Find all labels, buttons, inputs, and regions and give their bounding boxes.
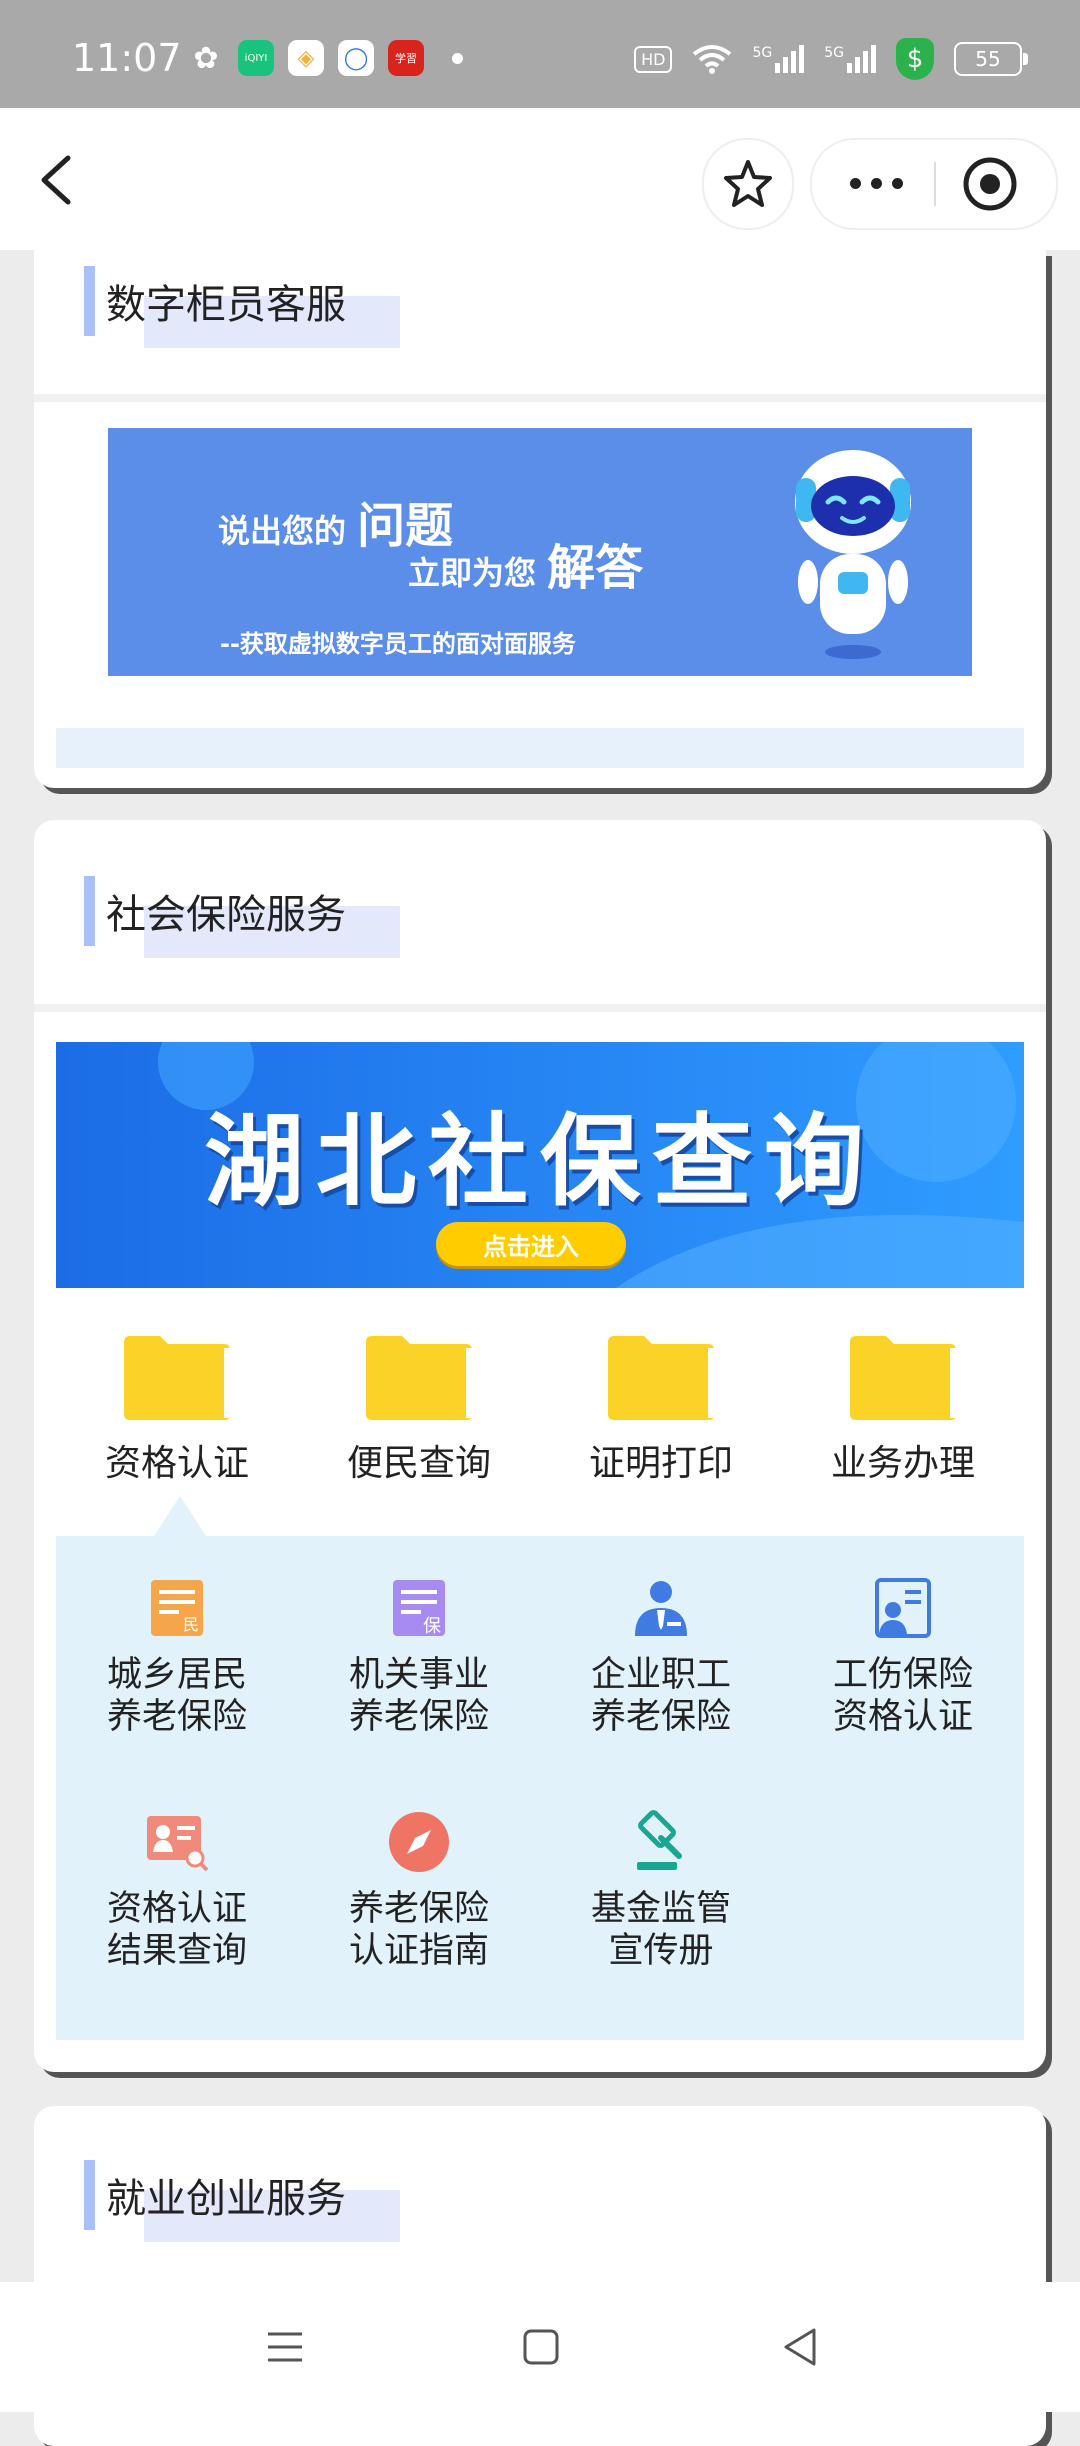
document-min-icon: 民 <box>151 1580 203 1636</box>
divider <box>34 394 1046 402</box>
section-title: 就业创业服务 <box>106 2176 346 2222</box>
sub-item-label: 工伤保险 资格认证 <box>832 1655 973 1737</box>
sub-item-label: 养老保险 认证指南 <box>348 1889 489 1971</box>
sub-item-fund-supervision[interactable]: 基金监管 宣传册 <box>540 1770 782 1971</box>
sub-menu-panel: 民 城乡居民 养老保险 保 机关事业 养老保险 企业职工 养老保险 工伤保险 资… <box>56 1536 1024 2040</box>
search-card-icon <box>147 1816 209 1872</box>
id-card-icon <box>875 1578 931 1638</box>
social-insurance-card: 社会保险服务 湖北社保查询 点击进入 资格认证 便民查询 证明打印 业务办理 民… <box>34 820 1046 2072</box>
card-header: 社会保险服务 <box>34 820 1046 958</box>
compass-icon <box>389 1812 449 1872</box>
section-title: 数字柜员客服 <box>106 282 346 328</box>
category-label: 证明打印 <box>588 1443 733 1484</box>
capsule-divider <box>934 162 936 206</box>
mini-program-capsule <box>810 138 1058 230</box>
security-shield-icon: $ <box>896 38 934 80</box>
category-certificate-print[interactable]: 证明打印 <box>540 1334 782 1484</box>
battery-level: 55 <box>975 47 1001 71</box>
category-business[interactable]: 业务办理 <box>782 1334 1024 1484</box>
category-label: 资格认证 <box>104 1443 249 1484</box>
signal-1-icon: 5G <box>752 45 805 73</box>
robot-mascot-icon <box>795 450 911 659</box>
signal-2-icon: 5G <box>824 45 876 73</box>
sub-item-label: 基金监管 宣传册 <box>590 1889 731 1971</box>
battery-icon: 55 <box>954 42 1028 76</box>
home-square-icon[interactable] <box>516 2322 566 2372</box>
status-app-icons: ✿ iQIYI ◈ ◯ 学習 <box>188 40 463 76</box>
status-time: 11:07 <box>72 36 182 80</box>
sub-item-work-injury[interactable]: 工伤保险 资格认证 <box>782 1536 1024 1737</box>
selected-category-pointer <box>154 1496 206 1536</box>
sub-item-enterprise-pension[interactable]: 企业职工 养老保险 <box>540 1536 782 1737</box>
section-title: 社会保险服务 <box>106 892 346 938</box>
wifi-icon <box>693 45 732 74</box>
sub-item-urban-rural-pension[interactable]: 民 城乡居民 养老保险 <box>56 1536 298 1737</box>
sub-item-label: 城乡居民 养老保险 <box>106 1655 247 1737</box>
xuexi-icon: 学習 <box>388 40 424 76</box>
folder-icon <box>124 1336 230 1420</box>
category-convenience-query[interactable]: 便民查询 <box>298 1334 540 1484</box>
category-qualification[interactable]: 资格认证 <box>56 1334 298 1484</box>
iqiyi-icon: iQIYI <box>238 40 274 76</box>
sub-item-government-pension[interactable]: 保 机关事业 养老保险 <box>298 1536 540 1737</box>
star-icon <box>724 160 772 207</box>
back-arrow-icon[interactable] <box>30 152 86 208</box>
nav-bar <box>0 108 1080 250</box>
sub-item-label: 企业职工 养老保险 <box>590 1655 731 1737</box>
folder-icon <box>850 1336 956 1420</box>
back-triangle-icon[interactable] <box>776 2322 826 2372</box>
chat-icon: ◯ <box>338 40 374 76</box>
category-label: 业务办理 <box>830 1443 975 1484</box>
hd-icon: HD <box>634 45 673 73</box>
album-icon: ◈ <box>288 40 324 76</box>
business-person-icon <box>635 1581 687 1636</box>
folder-icon <box>608 1336 714 1420</box>
divider <box>34 1004 1046 1012</box>
enter-button[interactable]: 点击进入 <box>436 1222 626 1266</box>
menu-icon[interactable] <box>260 2322 310 2372</box>
network-type: 5G <box>752 45 773 61</box>
document-bao-icon: 保 <box>393 1580 445 1637</box>
banner-title: 湖北社保查询 <box>204 1103 876 1220</box>
banner-bottom-strip <box>56 728 1024 768</box>
category-row: 资格认证 便民查询 证明打印 业务办理 <box>56 1334 1024 1484</box>
sub-item-qualification-result[interactable]: 资格认证 结果查询 <box>56 1770 298 1971</box>
sub-item-certification-guide[interactable]: 养老保险 认证指南 <box>298 1770 540 1971</box>
status-bar: 11:07 ✿ iQIYI ◈ ◯ 学習 HD 5G 5G $ 55 <box>0 0 1080 108</box>
more-icon[interactable] <box>846 168 906 198</box>
hubei-social-security-banner[interactable]: 湖北社保查询 点击进入 <box>56 1042 1024 1288</box>
category-label: 便民查询 <box>346 1443 491 1484</box>
banner-line-3: --获取虚拟数字员工的面对面服务 <box>220 630 576 658</box>
gavel-icon <box>637 1810 682 1870</box>
card-header: 就业创业服务 <box>34 2106 1046 2242</box>
ai-service-banner[interactable]: 说出您的 问题 立即为您 解答 --获取虚拟数字员工的面对面服务 <box>108 428 972 676</box>
system-nav-bar <box>0 2282 1080 2412</box>
svg-text:保: 保 <box>423 1616 441 1637</box>
banner-line-2: 立即为您 解答 <box>408 540 644 596</box>
digital-teller-card: 数字柜员客服 说出您的 问题 立即为您 解答 --获取虚拟数字员工的面对面服务 <box>34 250 1046 788</box>
card-header: 数字柜员客服 <box>34 250 1046 398</box>
notification-dot-icon <box>452 52 463 64</box>
status-right: HD 5G 5G $ 55 <box>634 38 1028 80</box>
svg-text:民: 民 <box>183 1615 199 1634</box>
folder-icon <box>366 1336 472 1420</box>
wechat-icon: ✿ <box>193 40 219 76</box>
network-type: 5G <box>824 45 844 61</box>
favorite-button[interactable] <box>702 138 794 230</box>
sub-item-label: 资格认证 结果查询 <box>106 1889 247 1971</box>
close-target-icon[interactable] <box>962 156 1018 212</box>
sub-item-label: 机关事业 养老保险 <box>348 1655 489 1737</box>
